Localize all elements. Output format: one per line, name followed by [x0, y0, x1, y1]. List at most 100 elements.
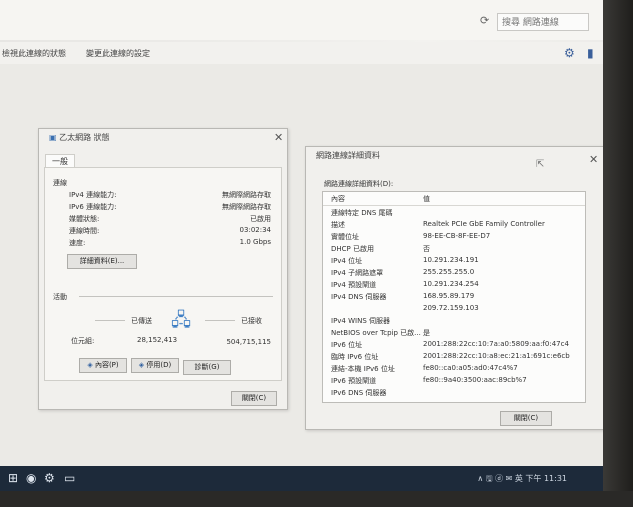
row-value: 2001:288:22cc:10:7a:a0:5809:aa:f0:47c4: [423, 340, 569, 348]
received-line: [205, 320, 235, 321]
row-property: 臨時 IPv6 位址: [331, 353, 379, 361]
table-row: IPv4 WINS 伺服器: [323, 316, 585, 327]
row-value: 2001:288:22cc:10:a8:ec:21:a1:691c:e6cb: [423, 352, 570, 360]
row-value: 否: [423, 245, 430, 253]
row-property: IPv4 位址: [331, 257, 363, 265]
table-row: IPv4 預設閘道 10.291.234.254: [323, 280, 585, 291]
row-value: 10.291.234.191: [423, 256, 479, 264]
sent-label: 已傳送: [131, 317, 152, 325]
network-icon: ▣: [49, 133, 60, 142]
close-icon[interactable]: ✕: [589, 153, 598, 166]
details-list[interactable]: 內容 值 連線特定 DNS 尾碼 描述 Realtek PCIe GbE Fami…: [322, 191, 586, 403]
general-panel: 連線 IPv4 連線能力: 無網際網路存取 IPv6 連線能力: 無網際網路存取…: [44, 167, 282, 381]
row-value: 是: [423, 329, 430, 337]
row-value: 168.95.89.179: [423, 292, 475, 300]
change-settings-command[interactable]: 變更此連線的設定: [86, 48, 150, 59]
activity-group-label: 活動: [53, 293, 67, 301]
details-section-label: 網路連線詳細資料(D):: [324, 180, 394, 188]
sent-line: [95, 320, 125, 321]
file-explorer-icon[interactable]: ▭: [64, 471, 75, 485]
details-window-title: 網路連線詳細資料: [316, 151, 380, 160]
speed-label: 速度:: [69, 239, 86, 247]
row-property: IPv6 DNS 伺服器: [331, 389, 387, 397]
row-property: 描述: [331, 221, 345, 229]
property-column-header[interactable]: 內容: [331, 194, 345, 204]
row-property: IPv6 位址: [331, 341, 363, 349]
view-status-command[interactable]: 檢視此連線的狀態: [2, 48, 66, 59]
table-row: 實體位址 98-EE-CB-8F-EE-D7: [323, 232, 585, 243]
bytes-label: 位元組:: [71, 337, 95, 345]
connection-details-window: 網路連線詳細資料 ⇱ ✕ 網路連線詳細資料(D): 內容 值 連線特定 DNS …: [305, 146, 604, 430]
activity-divider: [79, 296, 273, 297]
refresh-icon[interactable]: ⟳: [480, 14, 489, 27]
table-row: 連線特定 DNS 尾碼: [323, 208, 585, 219]
table-row: NetBIOS over Tcpip 已啟... 是: [323, 328, 585, 339]
row-property: IPv4 子網路遮罩: [331, 269, 384, 277]
start-icon[interactable]: ⊞: [8, 471, 18, 485]
row-property: DHCP 已啟用: [331, 245, 374, 253]
row-value: Realtek PCIe GbE Family Controller: [423, 220, 545, 228]
search-input[interactable]: 搜尋 網路連線: [497, 13, 589, 31]
ipv4-connectivity-label: IPv4 連線能力:: [69, 191, 117, 199]
table-row: 209.72.159.103: [323, 304, 585, 315]
row-value: fe80::ca0:a05:ad0:47c4%7: [423, 364, 518, 372]
row-value: fe80::9a40:3500:aac:89cb%7: [423, 376, 527, 384]
monitor-screen: ⟳ 搜尋 網路連線 檢視此連線的狀態 變更此連線的設定 ⚙ ▮ ▣ 乙太網路 狀…: [0, 0, 633, 507]
table-row: IPv4 DNS 伺服器 168.95.89.179: [323, 292, 585, 303]
mouse-cursor-icon: ⇱: [536, 159, 545, 170]
connection-group-label: 連線: [53, 179, 67, 187]
table-row: 臨時 IPv6 位址 2001:288:22cc:10:a8:ec:21:a1:6…: [323, 352, 585, 363]
row-property: IPv4 WINS 伺服器: [331, 317, 390, 325]
value-column-header[interactable]: 值: [423, 194, 430, 204]
table-row: IPv4 子網路遮罩 255.255.255.0: [323, 268, 585, 279]
speed-value: 1.0 Gbps: [239, 238, 271, 246]
row-property: IPv4 DNS 伺服器: [331, 293, 387, 301]
media-state-value: 已啟用: [250, 215, 271, 223]
ipv4-connectivity-value: 無網際網路存取: [222, 191, 271, 199]
details-button[interactable]: 詳細資料(E)...: [67, 254, 137, 269]
table-row: 描述 Realtek PCIe GbE Family Controller: [323, 220, 585, 231]
close-icon[interactable]: ✕: [274, 131, 283, 144]
ipv6-connectivity-label: IPv6 連線能力:: [69, 203, 117, 211]
table-row: IPv6 DNS 伺服器: [323, 388, 585, 399]
duration-label: 連線時間:: [69, 227, 100, 235]
explorer-command-bar: 檢視此連線的狀態 變更此連線的設定 ⚙ ▮: [0, 42, 603, 65]
table-row: DHCP 已啟用 否: [323, 244, 585, 255]
disable-button[interactable]: ◈ 停用(D): [131, 358, 179, 373]
row-property: IPv6 預設閘道: [331, 377, 377, 385]
system-tray[interactable]: ∧ 🖫 ⓓ ✉ 英 下午 11:31: [477, 473, 567, 487]
row-property: 連線特定 DNS 尾碼: [331, 209, 393, 217]
monitor-bezel-right: [603, 0, 633, 507]
properties-button[interactable]: ◈ 內容(P): [79, 358, 127, 373]
windows-taskbar: ⊞ ◉ ⚙ ▭ ∧ 🖫 ⓓ ✉ 英 下午 11:31: [0, 466, 603, 491]
row-value: 10.291.234.254: [423, 280, 479, 288]
table-row: IPv6 預設閘道 fe80::9a40:3500:aac:89cb%7: [323, 376, 585, 387]
view-options-icon[interactable]: ⚙: [564, 46, 575, 60]
preview-pane-icon[interactable]: ▮: [587, 46, 594, 60]
table-row: IPv4 位址 10.291.234.191: [323, 256, 585, 267]
row-value: 255.255.255.0: [423, 268, 475, 276]
explorer-address-bar: ⟳ 搜尋 網路連線: [0, 0, 603, 40]
row-property: NetBIOS over Tcpip 已啟...: [331, 329, 421, 337]
tab-general[interactable]: 一般: [45, 154, 75, 168]
row-property: 實體位址: [331, 233, 359, 241]
duration-value: 03:02:34: [239, 226, 271, 234]
row-value: 209.72.159.103: [423, 304, 479, 312]
list-header: 內容 值: [323, 194, 585, 206]
media-state-label: 媒體狀態:: [69, 215, 100, 223]
status-window-title: ▣ 乙太網路 狀態: [49, 133, 110, 142]
shield-icon: ◈: [87, 361, 95, 369]
ipv6-connectivity-value: 無網際網路存取: [222, 203, 271, 211]
monitor-bezel-bottom: [0, 491, 633, 507]
row-property: IPv4 預設閘道: [331, 281, 377, 289]
network-computers-icon: 🖧: [171, 310, 192, 331]
settings-icon[interactable]: ⚙: [44, 471, 55, 485]
bytes-received-value: 504,715,115: [226, 338, 271, 346]
edge-icon[interactable]: ◉: [26, 471, 36, 485]
details-close-button[interactable]: 關閉(C): [500, 411, 552, 426]
diagnose-button[interactable]: 診斷(G): [183, 360, 231, 375]
ethernet-status-window: ▣ 乙太網路 狀態 ✕ 一般 連線 IPv4 連線能力: 無網際網路存取 IPv…: [38, 128, 288, 410]
received-label: 已接收: [241, 317, 262, 325]
bytes-sent-value: 28,152,413: [137, 336, 178, 344]
status-close-button[interactable]: 關閉(C): [231, 391, 277, 406]
